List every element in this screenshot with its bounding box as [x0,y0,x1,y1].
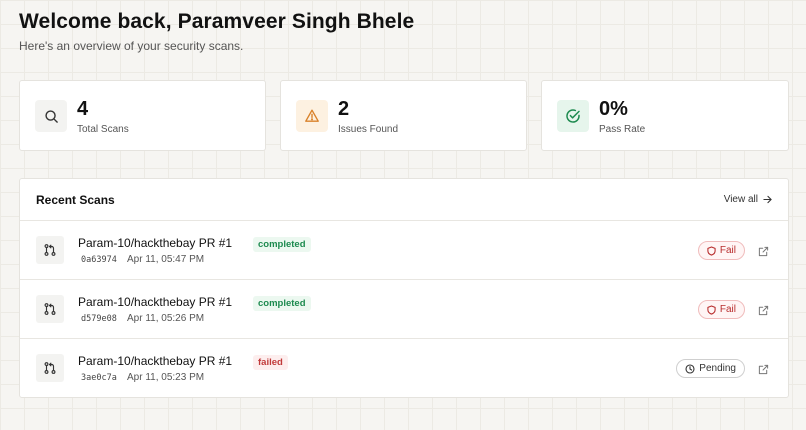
stat-card-issues-found: 2 Issues Found [280,80,527,151]
scan-row[interactable]: Param-10/hackthebay PR #1 completed 0a63… [20,221,788,280]
view-all-link[interactable]: View all [724,194,772,205]
scan-timestamp: Apr 11, 05:47 PM [127,254,205,265]
git-pull-request-icon [36,236,64,264]
stat-value: 2 [338,98,350,120]
commit-hash: 3ae0c7a [81,373,117,383]
stat-label: Issues Found [338,124,399,135]
check-circle-icon [557,100,589,132]
commit-hash: d579e08 [81,314,117,324]
result-label: Fail [719,245,736,256]
stat-label: Pass Rate [599,124,646,135]
shield-icon [707,304,716,315]
scan-row[interactable]: Param-10/hackthebay PR #1 failed 3ae0c7a… [20,339,788,398]
warning-icon [296,100,328,132]
git-pull-request-icon [36,295,64,323]
status-badge: completed [253,296,311,311]
stat-card-pass-rate: 0% Pass Rate [541,80,789,151]
stat-value: 4 [77,98,89,120]
status-badge: failed [253,355,288,370]
shield-icon [707,245,716,256]
clock-icon [685,363,695,374]
stat-card-total-scans: 4 Total Scans [19,80,266,151]
scan-timestamp: Apr 11, 05:23 PM [127,372,205,383]
arrow-right-icon [763,195,772,204]
panel-title: Recent Scans [36,193,115,207]
external-link-icon[interactable] [757,363,769,375]
scan-name[interactable]: Param-10/hackthebay PR #1 [78,354,232,368]
result-badge: Fail [697,300,745,319]
view-all-label: View all [723,194,758,205]
stat-value: 0% [599,98,628,120]
result-label: Fail [719,304,736,315]
page-subtitle: Here's an overview of your security scan… [19,39,244,53]
status-badge: completed [253,237,311,252]
external-link-icon[interactable] [757,304,769,316]
external-link-icon[interactable] [757,245,769,257]
result-badge: Fail [697,241,745,260]
scan-name[interactable]: Param-10/hackthebay PR #1 [78,295,232,309]
page-title: Welcome back, Paramveer Singh Bhele [19,10,415,33]
stat-label: Total Scans [77,124,129,135]
scan-timestamp: Apr 11, 05:26 PM [127,313,205,324]
panel-header: Recent Scans View all [20,179,788,221]
scan-row[interactable]: Param-10/hackthebay PR #1 completed d579… [20,280,788,339]
search-icon [35,100,67,132]
git-pull-request-icon [36,354,64,382]
recent-scans-panel: Recent Scans View all Param-10/hacktheba… [19,178,789,398]
result-label: Pending [699,363,736,374]
commit-hash: 0a63974 [81,255,117,265]
result-badge: Pending [676,359,745,378]
scan-name[interactable]: Param-10/hackthebay PR #1 [78,236,232,250]
